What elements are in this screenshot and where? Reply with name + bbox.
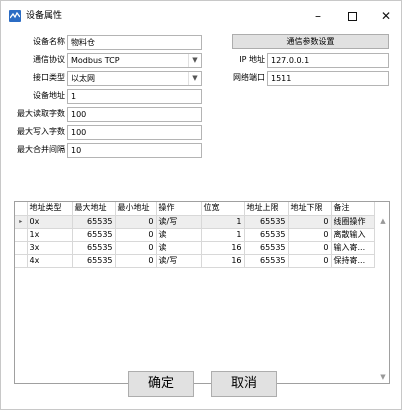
table-cell[interactable]: 16 [201,254,245,268]
table-cell[interactable]: 线圈操作 [331,215,375,229]
ip-address-input[interactable]: 127.0.0.1 [267,53,389,68]
row-header-cell[interactable] [15,254,28,268]
table-cell[interactable]: 65535 [244,254,289,268]
table-cell[interactable]: 0 [115,254,157,268]
address-grid[interactable]: 地址类型 最大地址 最小地址 操作 位宽 地址上限 地址下限 备注 ▸ 0x 6… [14,201,390,384]
window-title: 设备属性 [26,11,63,21]
protocol-label: 通信协议 [33,55,65,64]
column-header[interactable]: 地址类型 [27,202,73,216]
maximize-button[interactable] [335,1,369,31]
row-header-cell[interactable] [15,228,28,242]
column-header[interactable]: 地址上限 [244,202,289,216]
table-cell[interactable]: 0 [115,241,157,255]
table-cell[interactable]: 1 [201,228,245,242]
cancel-button[interactable]: 取消 [211,371,277,397]
close-button[interactable]: ✕ [369,1,402,31]
network-port-input[interactable]: 1511 [267,71,389,86]
ip-address-label: IP 地址 [239,55,265,64]
interface-type-label: 接口类型 [33,73,65,82]
max-read-input[interactable]: 100 [67,107,202,122]
row-header-cell[interactable] [15,241,28,255]
column-header[interactable]: 最大地址 [72,202,116,216]
address-table: 地址类型 最大地址 最小地址 操作 位宽 地址上限 地址下限 备注 ▸ 0x 6… [15,202,375,268]
scroll-up-icon[interactable]: ▲ [377,215,389,227]
table-cell[interactable]: 0 [288,241,332,255]
table-cell[interactable]: 0x [27,215,73,229]
max-merge-label: 最大合并间隔 [17,145,65,154]
column-header[interactable]: 最小地址 [115,202,157,216]
protocol-select[interactable]: Modbus TCP ▼ [67,53,202,68]
device-properties-dialog: 设备属性 – ✕ 设备名称 物料仓 通信协议 Modbus TCP ▼ 接口类型… [0,0,402,410]
table-cell[interactable]: 0 [115,215,157,229]
scroll-down-icon[interactable]: ▼ [377,371,389,383]
max-write-input[interactable]: 100 [67,125,202,140]
network-port-label: 网络端口 [233,73,265,82]
table-cell[interactable]: 65535 [72,241,116,255]
interface-type-select[interactable]: 以太网 ▼ [67,71,202,86]
table-cell[interactable]: 读/写 [156,254,202,268]
table-cell[interactable]: 4x [27,254,73,268]
vertical-scrollbar[interactable]: ▲ ▼ [377,215,389,383]
table-cell[interactable]: 65535 [244,241,289,255]
comm-settings-button[interactable]: 通信参数设置 [232,34,389,49]
table-cell[interactable]: 65535 [72,215,116,229]
chevron-down-icon[interactable]: ▼ [188,72,201,85]
table-cell[interactable]: 离散输入 [331,228,375,242]
table-cell[interactable]: 0 [288,228,332,242]
table-cell[interactable]: 65535 [72,254,116,268]
table-row[interactable]: ▸ 0x 65535 0 读/写 1 65535 0 线圈操作 [15,215,375,229]
column-header[interactable]: 地址下限 [288,202,332,216]
device-address-label: 设备地址 [33,91,65,100]
device-name-input[interactable]: 物料仓 [67,35,202,50]
max-read-label: 最大读取字数 [17,109,65,118]
table-cell[interactable]: 65535 [244,215,289,229]
max-merge-input[interactable]: 10 [67,143,202,158]
column-header[interactable]: 备注 [331,202,375,216]
column-header[interactable]: 位宽 [201,202,245,216]
table-cell[interactable]: 1x [27,228,73,242]
table-cell[interactable]: 16 [201,241,245,255]
grid-header-row: 地址类型 最大地址 最小地址 操作 位宽 地址上限 地址下限 备注 [15,202,375,216]
maximize-icon [347,12,357,21]
current-row-arrow-icon: ▸ [15,215,28,229]
table-row[interactable]: 3x 65535 0 读 16 65535 0 输入寄... [15,241,375,255]
table-row[interactable]: 1x 65535 0 读 1 65535 0 离散输入 [15,228,375,242]
table-cell[interactable]: 输入寄... [331,241,375,255]
minimize-button[interactable]: – [301,1,335,31]
table-cell[interactable]: 读 [156,228,202,242]
table-cell[interactable]: 0 [115,228,157,242]
protocol-value: Modbus TCP [71,56,120,65]
table-cell[interactable]: 读/写 [156,215,202,229]
device-name-label: 设备名称 [33,37,65,46]
table-cell[interactable]: 65535 [244,228,289,242]
max-write-label: 最大写入字数 [17,127,65,136]
ok-button[interactable]: 确定 [128,371,194,397]
table-cell[interactable]: 保持寄... [331,254,375,268]
chevron-down-icon[interactable]: ▼ [188,54,201,67]
table-cell[interactable]: 0 [288,215,332,229]
table-row[interactable]: 4x 65535 0 读/写 16 65535 0 保持寄... [15,254,375,268]
table-cell[interactable]: 0 [288,254,332,268]
table-cell[interactable]: 读 [156,241,202,255]
device-address-input[interactable]: 1 [67,89,202,104]
column-header[interactable]: 操作 [156,202,202,216]
title-bar: 设备属性 – ✕ [1,1,401,31]
table-cell[interactable]: 3x [27,241,73,255]
row-header-corner [15,202,28,216]
table-cell[interactable]: 1 [201,215,245,229]
table-cell[interactable]: 65535 [72,228,116,242]
app-icon [9,10,21,22]
interface-type-value: 以太网 [71,74,95,83]
